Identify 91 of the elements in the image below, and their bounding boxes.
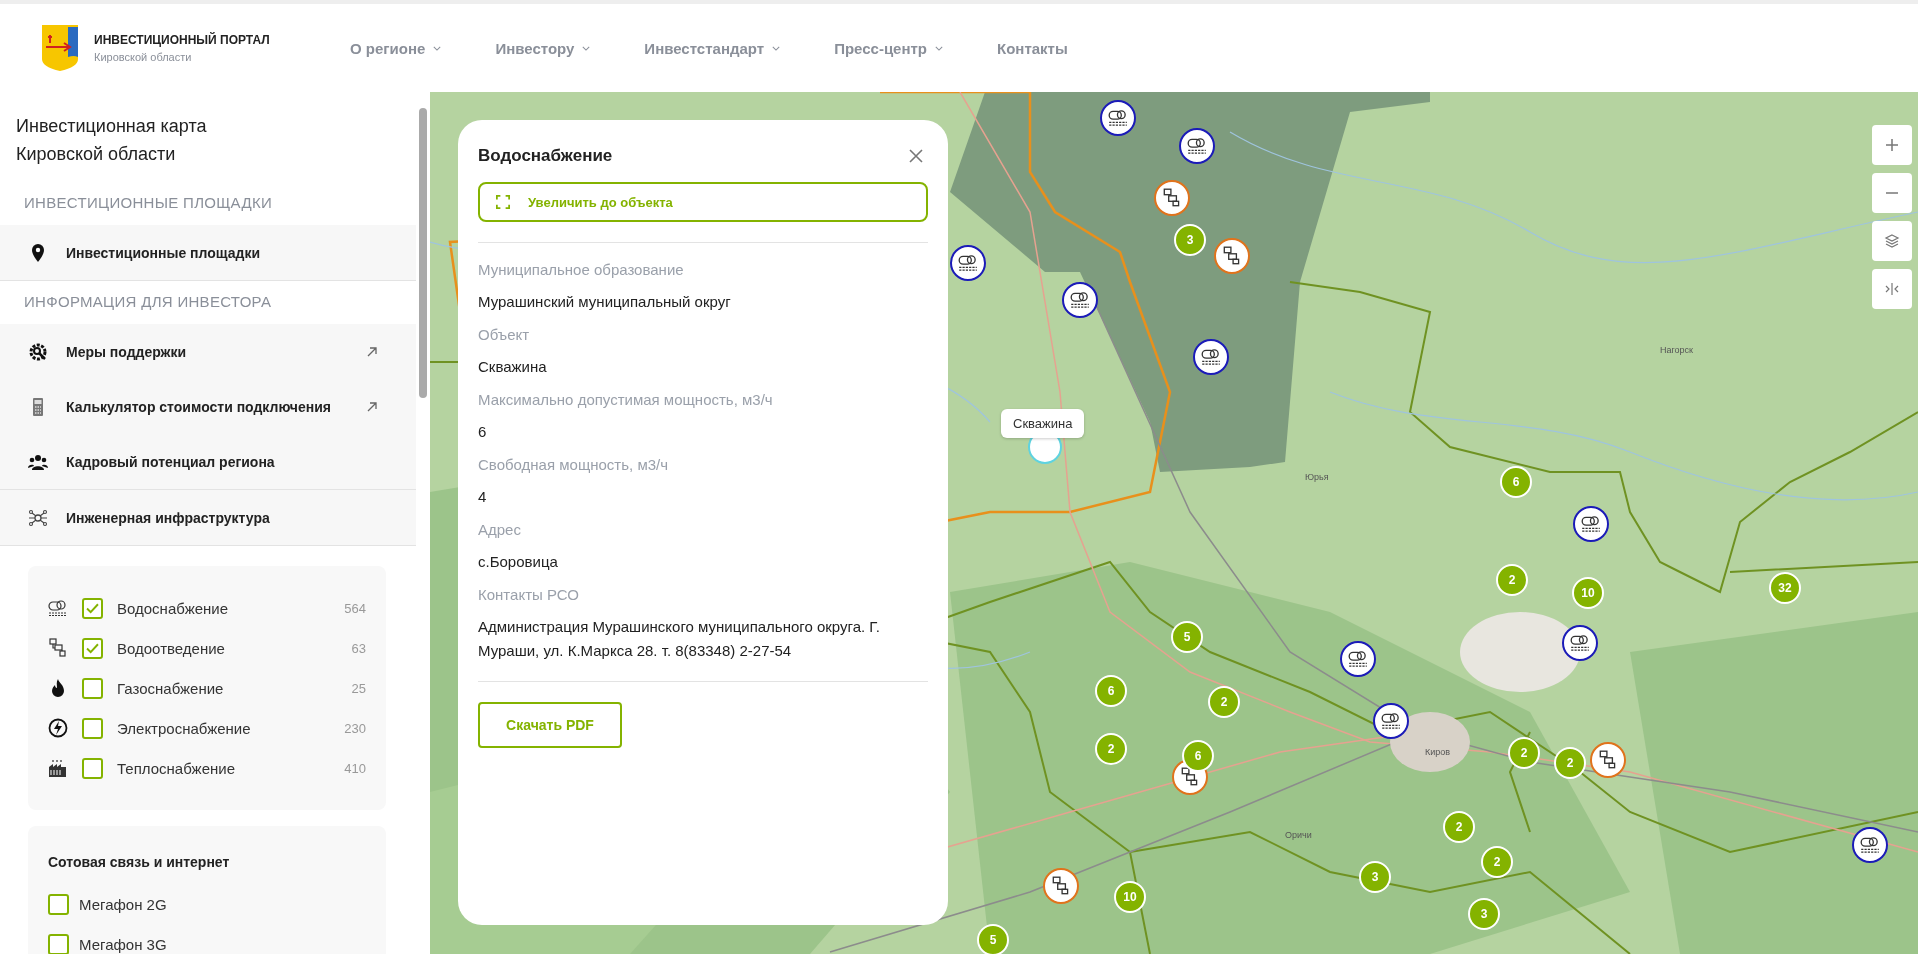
- water-supply-icon: [1859, 834, 1881, 856]
- layer-label: Водоотведение: [117, 639, 226, 657]
- sidebar-item-label: Инженерная инфраструктура: [66, 509, 271, 526]
- checkbox[interactable]: [82, 597, 103, 619]
- lightning-bolt-icon: [48, 718, 68, 738]
- gear-magnifier-icon: [28, 341, 48, 362]
- place-label: Киров: [1425, 747, 1451, 757]
- minus-icon: [1884, 192, 1900, 194]
- field-value: Мурашинский муниципальный округ: [478, 292, 732, 312]
- field-label: Объект: [478, 326, 531, 343]
- split-arrows-icon: [1884, 281, 1900, 297]
- layer-count: 410: [344, 760, 366, 776]
- checkbox[interactable]: [82, 677, 103, 699]
- checkbox[interactable]: [48, 933, 69, 954]
- field-value: 4: [478, 487, 488, 507]
- checkbox[interactable]: [82, 757, 103, 779]
- nav-link[interactable]: Контакты: [997, 39, 1068, 57]
- sidebar-item-label: Калькулятор стоимости подключения: [66, 398, 332, 415]
- chevron-down-icon: [582, 45, 591, 51]
- water-supply-icon: [1107, 107, 1129, 129]
- checkbox[interactable]: [82, 637, 103, 659]
- checkbox[interactable]: [48, 893, 69, 915]
- water-supply-icon: [1580, 513, 1602, 535]
- layer-label: Теплоснабжение: [117, 759, 236, 777]
- layer-label: Газоснабжение: [117, 679, 225, 697]
- plus-icon: [1884, 137, 1900, 153]
- sidebar-item-label: Меры поддержки: [66, 343, 188, 360]
- water-supply-icon: [1347, 648, 1369, 670]
- section-heading: ИНВЕСТИЦИОННЫЕ ПЛОЩАДКИ: [23, 193, 273, 213]
- place-label: Оричи: [1285, 830, 1312, 840]
- layers-icon: [1884, 233, 1900, 249]
- external-link-arrow-icon: [366, 345, 378, 358]
- field-label: Свободная мощность, м3/ч: [478, 456, 670, 473]
- sidebar-item[interactable]: Калькулятор стоимости подключения: [0, 379, 416, 434]
- frame-corners-icon: [496, 195, 510, 209]
- chevron-down-icon: [772, 45, 781, 51]
- sidebar-title: Инвестиционная карта Кировской области: [16, 115, 208, 166]
- layer-count: 63: [351, 640, 366, 656]
- sidebar-item[interactable]: Меры поддержки: [0, 324, 416, 379]
- water-supply-icon: [1569, 632, 1591, 654]
- layers-button[interactable]: [1872, 221, 1912, 261]
- water-supply-icon: [48, 598, 68, 618]
- sidebar-item[interactable]: Инженерная инфраструктура: [0, 490, 416, 546]
- nav-link[interactable]: Инвестору: [495, 39, 591, 57]
- field-value: Администрация Мурашинского муниципального округа. Г. Мураши, ул. К.Маркса 28. т. 8(83348) 2-27-54: [478, 617, 881, 661]
- water-supply-icon: [1186, 135, 1208, 157]
- pipe-joint-icon: [48, 638, 68, 658]
- nav-link[interactable]: О регионе: [350, 39, 442, 57]
- external-link-arrow-icon: [366, 400, 378, 413]
- factory-icon: [48, 758, 68, 778]
- layer-count: 564: [344, 600, 366, 616]
- chevron-down-icon: [433, 45, 442, 51]
- coat-of-arms-icon: [40, 23, 80, 73]
- zoom-to-object-button[interactable]: Увеличить до объекта: [478, 182, 928, 222]
- portal-subtitle: Кировской области: [94, 51, 193, 63]
- water-supply-icon: [1200, 346, 1222, 368]
- close-icon: [908, 148, 924, 164]
- field-value: Скважина: [478, 357, 548, 377]
- field-value: с.Боровица: [478, 552, 559, 572]
- panel-title: Сотовая связь и интернет: [48, 854, 231, 870]
- sidebar-item[interactable]: Инвестиционные площадки: [0, 225, 416, 281]
- sidebar-item-label: Кадровый потенциал региона: [66, 453, 276, 470]
- nav-link[interactable]: Пресс-центр: [834, 39, 944, 57]
- water-supply-icon: [957, 252, 979, 274]
- checkbox[interactable]: [82, 717, 103, 739]
- water-supply-icon: [1069, 289, 1091, 311]
- field-label: Контакты РСО: [478, 586, 580, 603]
- place-label: Нагорск: [1660, 345, 1694, 355]
- field-value: 6: [478, 422, 488, 442]
- option-label: Мегафон 3G: [79, 935, 168, 953]
- portal-title: ИНВЕСТИЦИОННЫЙ ПОРТАЛ: [94, 33, 270, 47]
- sidebar-item[interactable]: Кадровый потенциал региона: [0, 434, 416, 490]
- sidebar-item-label: Инвестиционные площадки: [66, 244, 262, 261]
- field-label: Максимально допустимая мощность, м3/ч: [478, 391, 774, 408]
- option-label: Мегафон 2G: [79, 895, 168, 913]
- layer-label: Водоснабжение: [117, 599, 230, 617]
- layer-count: 230: [344, 720, 366, 736]
- download-pdf-button[interactable]: Скачать PDF: [478, 702, 622, 748]
- field-label: Адрес: [478, 521, 522, 538]
- zoom-in-button[interactable]: [1872, 125, 1912, 165]
- network-nodes-icon: [28, 507, 48, 528]
- marker-tooltip: Скважина: [1001, 409, 1085, 438]
- section-heading: ИНФОРМАЦИЯ ДЛЯ ИНВЕСТОРА: [23, 292, 273, 312]
- layer-count: 25: [351, 680, 366, 696]
- chevron-down-icon: [935, 45, 944, 51]
- place-label: Юрья: [1305, 472, 1329, 482]
- popup-title: Водоснабжение: [478, 146, 613, 166]
- water-supply-icon: [1380, 710, 1402, 732]
- layer-label: Электроснабжение: [117, 719, 252, 737]
- field-label: Муниципальное образование: [478, 261, 685, 278]
- nav-link[interactable]: Инвестстандарт: [644, 39, 781, 57]
